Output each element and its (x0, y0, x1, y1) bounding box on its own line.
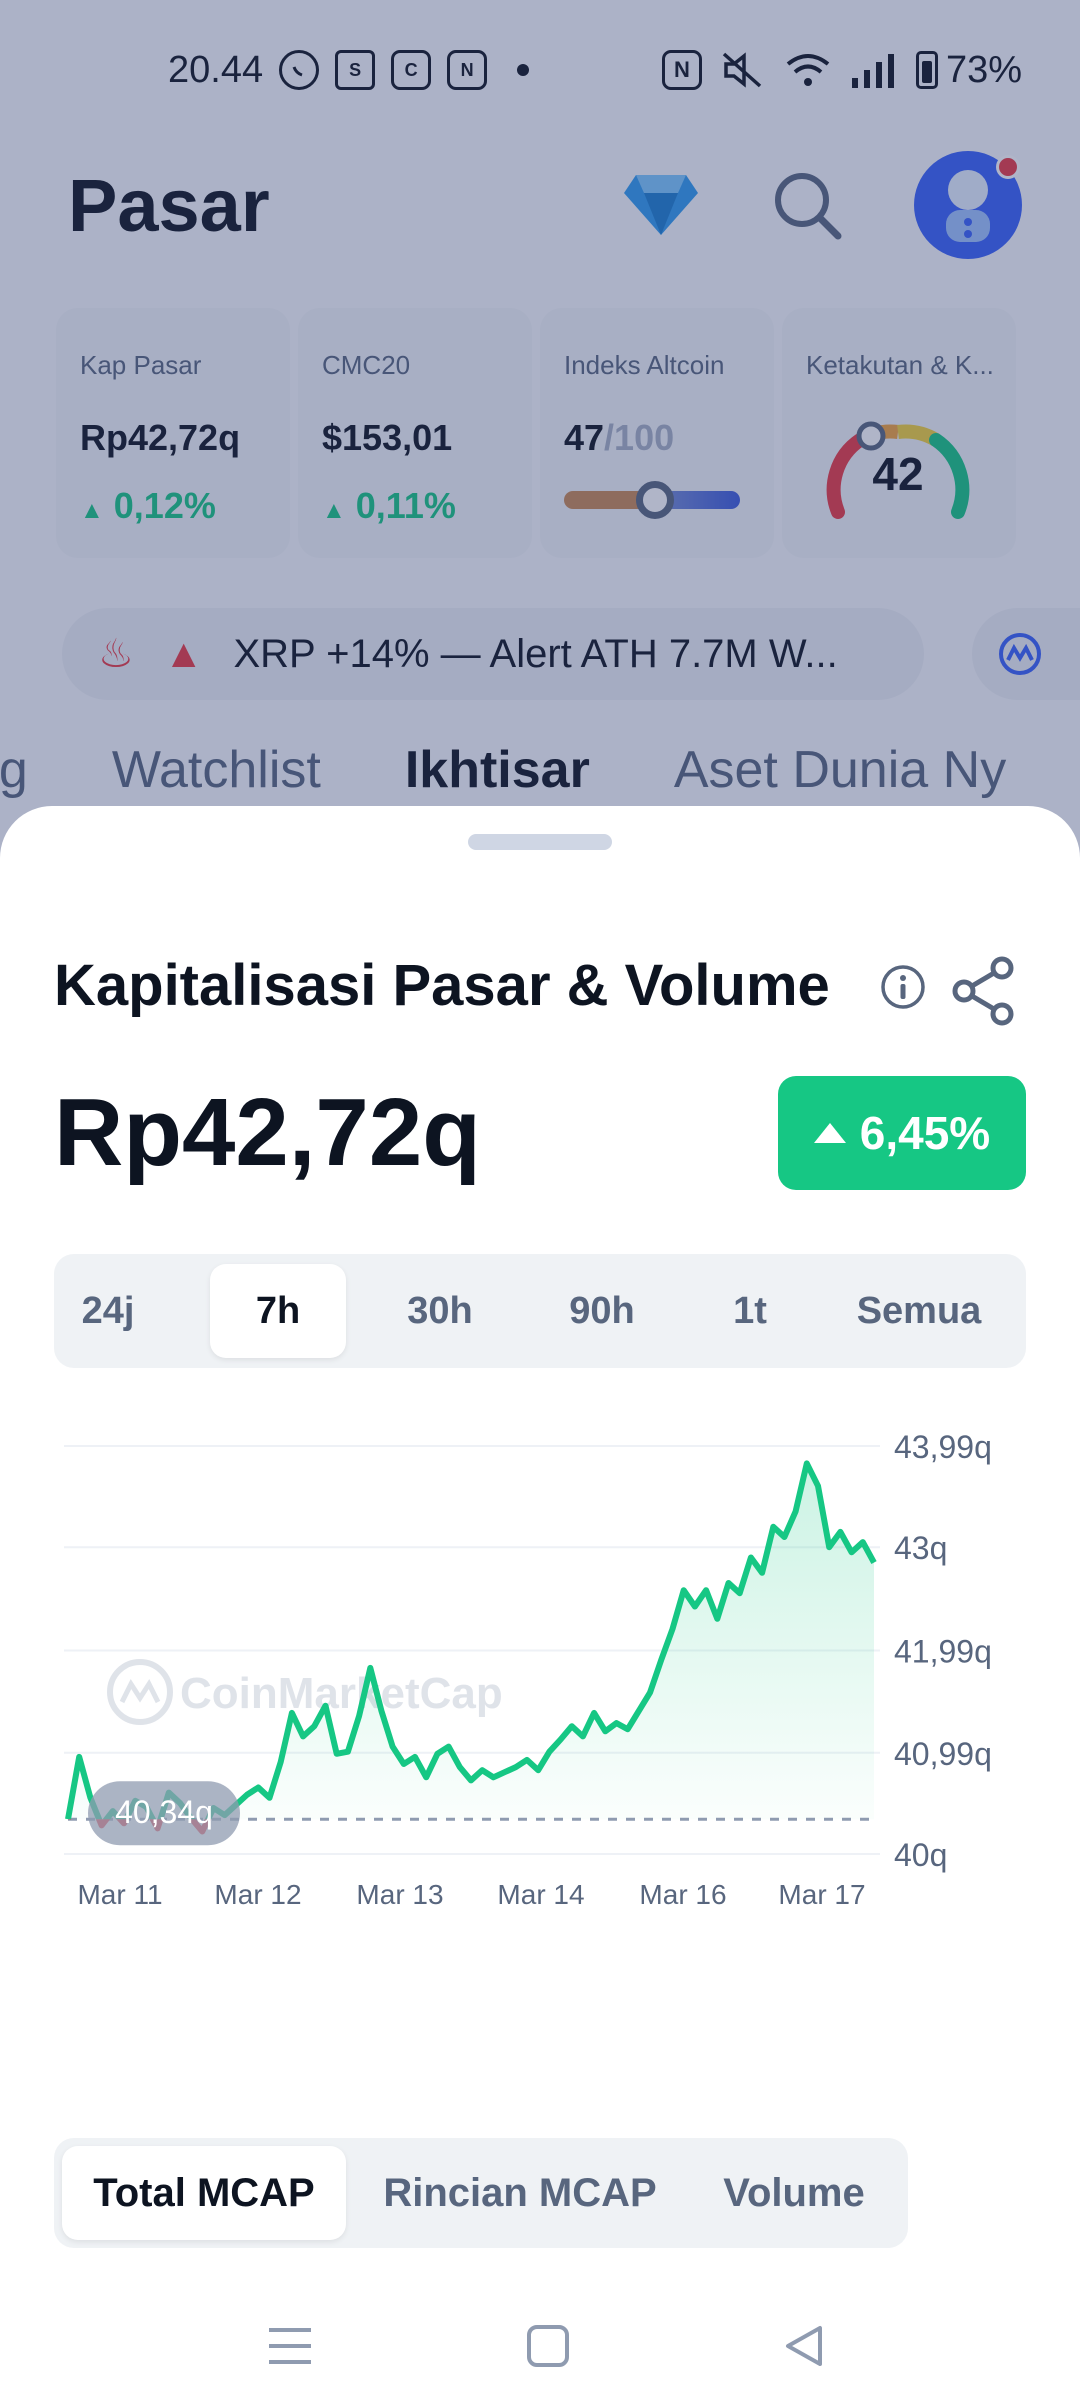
y-tick-label: 40q (894, 1837, 947, 1873)
system-nav-bar (0, 2296, 1080, 2400)
x-tick-label: Mar 17 (778, 1879, 865, 1910)
chart-watermark: CoinMarketCap (107, 1659, 503, 1725)
chart-type-total-mcap[interactable]: Total MCAP (62, 2146, 346, 2240)
range-1t[interactable]: 1t (702, 1264, 798, 1358)
range-30h[interactable]: 30h (372, 1264, 508, 1358)
range-90h[interactable]: 90h (534, 1264, 670, 1358)
y-axis-labels: 43,99q 43q 41,99q 40,99q 40q (894, 1429, 992, 1873)
x-axis-labels: Mar 11 Mar 12 Mar 13 Mar 14 Mar 16 Mar 17 (77, 1879, 865, 1910)
x-tick-label: Mar 12 (214, 1879, 301, 1910)
x-tick-label: Mar 13 (356, 1879, 443, 1910)
watermark-text: CoinMarketCap (180, 1669, 503, 1718)
back-button[interactable] (764, 2306, 844, 2386)
sheet-title: Kapitalisasi Pasar & Volume (54, 953, 830, 1018)
y-tick-label: 41,99q (894, 1634, 992, 1670)
square-icon (527, 2325, 569, 2367)
y-tick-label: 43,99q (894, 1429, 992, 1465)
recent-apps-button[interactable] (250, 2306, 330, 2386)
market-cap-chart[interactable]: 43,99q 43q 41,99q 40,99q 40q CoinMarketCap 4… (0, 1398, 1080, 2118)
y-tick-label: 43q (894, 1530, 947, 1566)
sheet-drag-handle[interactable] (468, 834, 612, 850)
info-icon[interactable] (880, 964, 926, 1010)
change-value: 6,45% (859, 1107, 991, 1159)
back-triangle-icon (786, 2326, 822, 2366)
x-tick-label: Mar 14 (497, 1879, 584, 1910)
range-7h[interactable]: 7h (210, 1264, 346, 1358)
range-semua[interactable]: Semua (826, 1264, 1012, 1358)
y-tick-label: 40,99q (894, 1736, 992, 1772)
menu-icon (269, 2328, 311, 2364)
reference-value-label: 40,34q (115, 1794, 213, 1830)
up-arrow-icon (813, 1123, 846, 1143)
time-range-selector: 24j 7h 30h 90h 1t Semua (54, 1254, 1026, 1368)
bottom-sheet: Kapitalisasi Pasar & Volume Rp42,72q 6,4… (0, 806, 1080, 2400)
range-24j[interactable]: 24j (60, 1264, 156, 1358)
chart-type-volume[interactable]: Volume (694, 2146, 894, 2240)
chart-type-rincian-mcap[interactable]: Rincian MCAP (370, 2146, 670, 2240)
change-badge: 6,45% (778, 1076, 1026, 1190)
home-button[interactable] (508, 2306, 588, 2386)
x-tick-label: Mar 11 (77, 1879, 162, 1910)
x-tick-label: Mar 16 (639, 1879, 726, 1910)
share-icon[interactable] (950, 956, 1016, 1026)
chart-type-selector: Total MCAP Rincian MCAP Volume (54, 2138, 908, 2248)
market-cap-value: Rp42,72q (54, 1079, 481, 1186)
